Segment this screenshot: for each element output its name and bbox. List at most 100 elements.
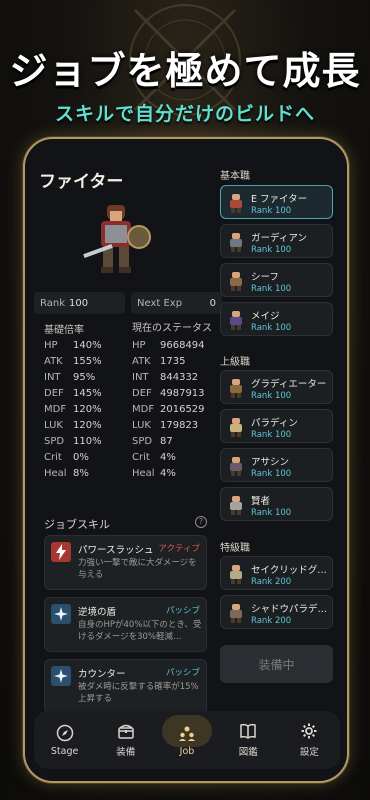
skill-card[interactable]: 逆境の盾 パッシブ 自身のHPが40%以下のとき、受けるダメージを30%軽減… <box>44 597 207 652</box>
stat-value: 120% <box>73 419 102 431</box>
job-sprite-icon <box>227 271 245 291</box>
job-detail-title: ファイター <box>39 172 124 192</box>
stat-key: LUK <box>44 419 63 431</box>
promo-headline: ジョブを極めて成長 <box>9 49 361 93</box>
job-name: 賢者 <box>251 496 271 507</box>
skill-description: 被ダメ時に反撃する確率が15%上昇する <box>78 682 199 704</box>
job-rank: Rank 100 <box>251 430 292 440</box>
job-rank: Rank 100 <box>251 323 292 333</box>
bottom-nav: Stage 装備 Job 図鑑 設定 <box>34 711 340 769</box>
stat-row: DEF 4987913 <box>132 385 212 401</box>
rank-label: Rank <box>40 297 65 309</box>
job-name: メイジ <box>251 311 280 322</box>
job-list-item[interactable]: グラディエーター Rank 100 <box>220 370 333 404</box>
job-list-item[interactable]: メイジ Rank 100 <box>220 302 333 336</box>
rank-exp-row: Rank 100 Next Exp 0 <box>34 292 222 314</box>
nav-item-設定[interactable]: 設定 <box>279 711 340 769</box>
job-name: シャドウパラデ… <box>251 604 328 615</box>
job-list-item[interactable]: ガーディアン Rank 100 <box>220 224 333 258</box>
job-sprite-icon <box>227 564 245 584</box>
fighter-sprite <box>83 205 151 273</box>
job-rank: Rank 200 <box>251 577 292 587</box>
next-exp-box: Next Exp 0 <box>131 292 222 314</box>
stat-value: 0% <box>73 451 89 463</box>
job-rank: Rank 100 <box>251 391 292 401</box>
job-rank: Rank 100 <box>251 284 292 294</box>
stat-row: LUK 179823 <box>132 417 212 433</box>
stat-row: ATK 155% <box>44 353 102 369</box>
skill-name: カウンター <box>78 669 126 680</box>
stat-value: 110% <box>73 435 102 447</box>
stat-value: 4987913 <box>160 387 205 399</box>
skill-type-badge: パッシブ <box>165 606 200 616</box>
stat-key: HP <box>44 339 58 351</box>
job-list-item[interactable]: シーフ Rank 100 <box>220 263 333 297</box>
skill-type-badge: パッシブ <box>165 668 200 678</box>
stat-value: 1735 <box>160 355 186 367</box>
stat-row: HP 140% <box>44 337 102 353</box>
skill-type-badge: アクティブ <box>158 544 200 554</box>
stat-row: Heal 4% <box>132 465 212 481</box>
stat-row: SPD 87 <box>132 433 212 449</box>
stat-key: DEF <box>132 387 152 399</box>
job-name: シーフ <box>251 272 279 283</box>
equipped-button[interactable]: 装備中 <box>220 645 333 683</box>
base-multiplier-title: 基礎倍率 <box>44 325 84 336</box>
job-name: アサシン <box>251 457 290 468</box>
chest-icon <box>117 722 135 740</box>
stat-row: ATK 1735 <box>132 353 212 369</box>
stat-key: Heal <box>132 467 155 479</box>
stat-key: HP <box>132 339 146 351</box>
job-list-item[interactable]: 賢者 Rank 100 <box>220 487 333 521</box>
job-sprite-icon <box>227 603 245 623</box>
stat-key: Crit <box>44 451 62 463</box>
help-icon[interactable]: ? <box>195 516 207 528</box>
stat-value: 4% <box>160 451 176 463</box>
stat-row: Crit 0% <box>44 449 102 465</box>
stat-row: Crit 4% <box>132 449 212 465</box>
skill-name: パワースラッシュ <box>78 545 154 556</box>
job-list-item[interactable]: パラディン Rank 100 <box>220 409 333 443</box>
stat-key: MDF <box>132 403 155 415</box>
stat-key: Crit <box>132 451 150 463</box>
job-list-item[interactable]: シャドウパラデ… Rank 200 <box>220 595 333 629</box>
stat-key: INT <box>132 371 149 383</box>
job-sprite-icon <box>227 456 245 476</box>
stat-value: 9668494 <box>160 339 205 351</box>
current-status-column: 現在のステータス HP 9668494 ATK 1735 INT 844332 DEF 498… <box>132 321 212 481</box>
job-skills-title: ジョブスキル <box>44 518 110 531</box>
promo-subline: スキルで自分だけのビルドへ <box>54 103 315 125</box>
stat-row: MDF 2016529 <box>132 401 212 417</box>
stat-row: Heal 8% <box>44 465 102 481</box>
nav-item-図鑑[interactable]: 図鑑 <box>218 711 279 769</box>
stat-key: DEF <box>44 387 64 399</box>
stat-row: LUK 120% <box>44 417 102 433</box>
skill-card[interactable]: カウンター パッシブ被ダメ時に反撃する確率が15%上昇する <box>44 659 207 714</box>
basic-jobs-title: 基本職 <box>220 171 250 182</box>
nav-item-job[interactable]: Job <box>156 711 217 769</box>
nav-label: 設定 <box>299 747 319 758</box>
skill-name: 逆境の盾 <box>78 607 117 618</box>
job-rank: Rank 200 <box>251 616 292 626</box>
job-name: グラディエーター <box>251 379 327 390</box>
stat-value: 120% <box>73 403 102 415</box>
stat-row: MDF 120% <box>44 401 102 417</box>
stat-key: LUK <box>132 419 151 431</box>
job-sprite-icon <box>227 193 245 213</box>
stat-value: 155% <box>73 355 102 367</box>
compass-icon <box>56 724 74 742</box>
lightning-icon <box>51 542 71 562</box>
rank-box: Rank 100 <box>34 292 125 314</box>
job-detail-panel: ファイター <box>35 153 231 192</box>
nav-item-stage[interactable]: Stage <box>34 711 95 769</box>
nav-item-装備[interactable]: 装備 <box>95 711 156 769</box>
skill-card[interactable]: パワースラッシュ アクティブ 力強い一撃で敵に大ダメージを与える <box>44 535 207 590</box>
stat-value: 844332 <box>160 371 199 383</box>
nav-label: 装備 <box>116 747 136 758</box>
job-sprite-icon <box>227 417 245 437</box>
stat-value: 87 <box>160 435 173 447</box>
job-list-item[interactable]: アサシン Rank 100 <box>220 448 333 482</box>
job-list-item[interactable]: セイクリッドグ… Rank 200 <box>220 556 333 590</box>
job-list-item[interactable]: E ファイター Rank 100 <box>220 185 333 219</box>
job-rank: Rank 100 <box>251 206 292 216</box>
